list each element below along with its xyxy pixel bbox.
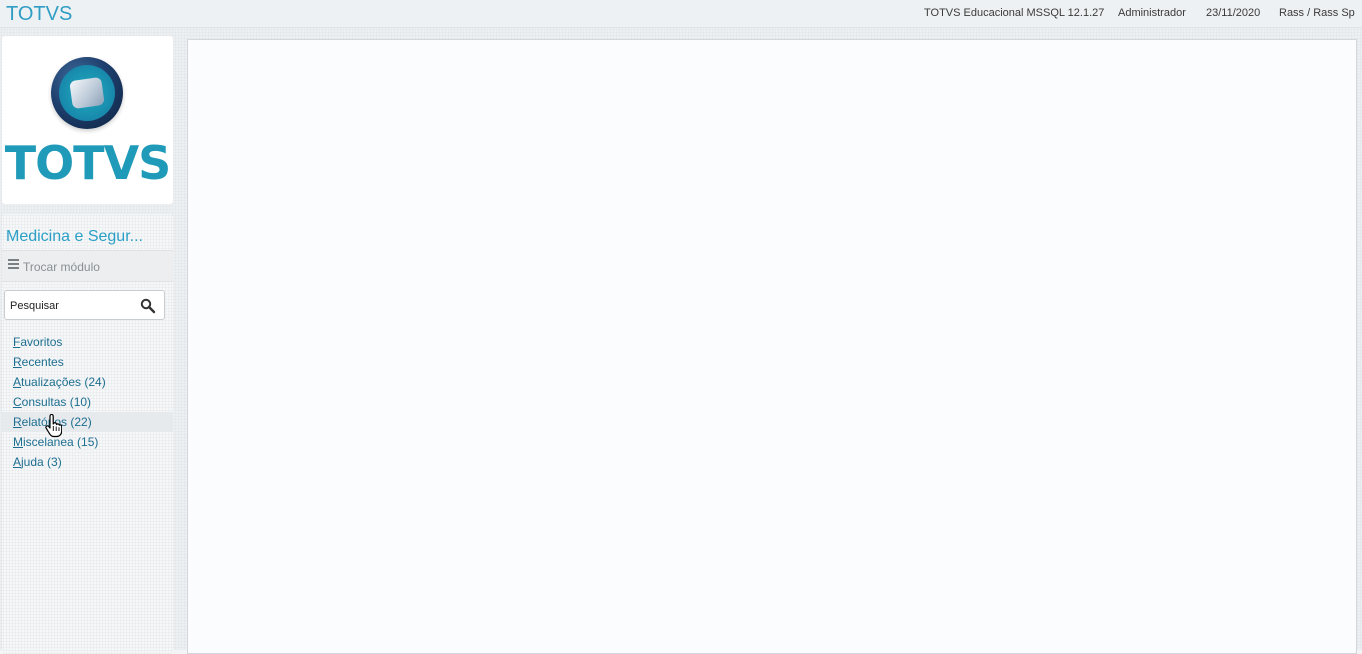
nav-item-consultas[interactable]: Consultas (10) xyxy=(2,392,173,412)
nav-item-accesskey: A xyxy=(13,455,22,469)
main-content-area xyxy=(187,39,1357,654)
nav-item-accesskey: A xyxy=(13,375,22,389)
nav-item-atualizacoes[interactable]: Atualizações (24) xyxy=(2,372,173,392)
module-title: Medicina e Segur... xyxy=(6,228,143,245)
switch-module-button[interactable]: Trocar módulo xyxy=(2,250,173,282)
nav-list: Favoritos Recentes Atualizações (24) Con… xyxy=(2,332,173,472)
top-bar: TOTVS TOTVS Educacional MSSQL 12.1.27 Ad… xyxy=(0,0,1362,28)
system-version: TOTVS Educacional MSSQL 12.1.27 xyxy=(924,7,1105,19)
nav-item-label: avoritos xyxy=(20,335,63,349)
nav-item-accesskey: M xyxy=(13,435,23,449)
nav-item-label: tualizações (24) xyxy=(21,375,106,389)
nav-item-accesskey: R xyxy=(13,415,22,429)
current-date: 23/11/2020 xyxy=(1206,7,1261,19)
search-box xyxy=(4,290,165,320)
logo-panel: TOTVS xyxy=(2,36,173,204)
user-name: Administrador xyxy=(1118,7,1186,19)
search-input[interactable] xyxy=(10,297,135,315)
nav-item-accesskey: C xyxy=(13,395,22,409)
company-branch: Rass / Rass Sp xyxy=(1279,7,1355,19)
totvs-logo-icon xyxy=(51,57,123,129)
nav-item-label: juda (3) xyxy=(21,455,62,469)
logo-wordmark: TOTVS xyxy=(4,136,172,190)
nav-item-favoritos[interactable]: Favoritos xyxy=(2,332,173,352)
switch-module-label: Trocar módulo xyxy=(23,260,100,274)
search-icon[interactable] xyxy=(140,298,156,314)
workspace: TOTVS Medicina e Segur... Trocar módulo … xyxy=(0,28,1362,654)
nav-item-miscelanea[interactable]: Miscelanea (15) xyxy=(2,432,173,452)
hand-cursor-icon xyxy=(45,414,62,438)
app-title: TOTVS xyxy=(6,3,73,25)
nav-item-label: ecentes xyxy=(21,355,64,369)
nav-item-label: onsultas (10) xyxy=(21,395,92,409)
nav-item-relatorios[interactable]: Relatórios (22) xyxy=(2,412,173,432)
nav-item-recentes[interactable]: Recentes xyxy=(2,352,173,372)
nav-item-ajuda[interactable]: Ajuda (3) xyxy=(2,452,173,472)
nav-item-accesskey: R xyxy=(13,355,22,369)
sidebar-menu: Medicina e Segur... Trocar módulo Favori… xyxy=(2,214,173,654)
hamburger-icon xyxy=(8,259,19,269)
